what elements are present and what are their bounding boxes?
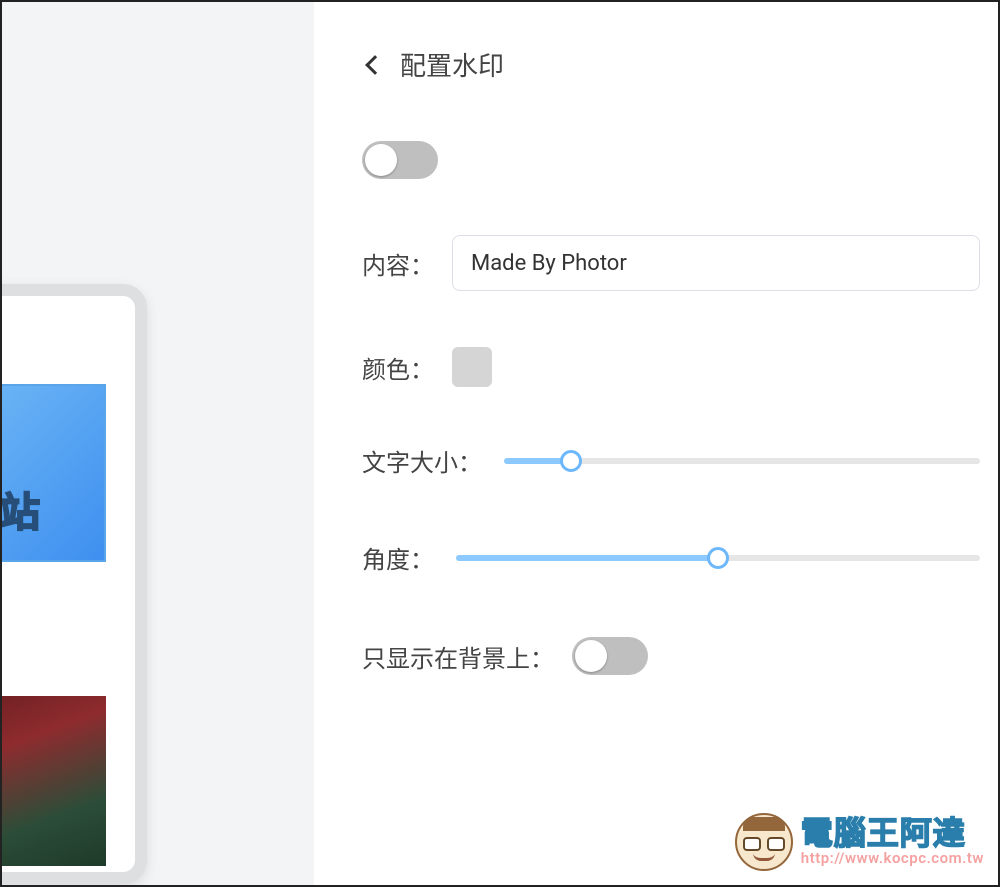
device-frame: 周站 [2, 284, 147, 884]
watermark-enable-toggle[interactable] [362, 141, 438, 179]
panel-title: 配置水印 [400, 46, 504, 83]
angle-slider[interactable] [456, 546, 980, 570]
mascot-icon [735, 813, 793, 871]
preview-gap [2, 584, 135, 696]
preview-pane: 周站 [2, 2, 314, 885]
font-size-label: 文字大小： [362, 443, 482, 478]
slider-thumb[interactable] [707, 547, 729, 569]
preview-gap [2, 568, 135, 584]
toggle-knob [575, 640, 607, 672]
color-picker[interactable] [452, 347, 492, 387]
watermark-settings-panel: 配置水印 内容： 颜色： 文字大小： 角度： [314, 2, 998, 885]
brand-name: 電腦王阿達 [801, 817, 984, 851]
bg-only-toggle[interactable] [572, 637, 648, 675]
angle-label: 角度： [362, 540, 434, 575]
color-label: 颜色： [362, 350, 434, 385]
content-label: 内容： [362, 246, 434, 281]
preview-tile-blue: 周站 [2, 384, 106, 562]
bg-only-label: 只显示在背景上： [362, 639, 554, 674]
preview-tile-text: 周站 [2, 480, 38, 560]
back-icon[interactable] [365, 55, 385, 75]
brand-url: http://www.kocpc.com.tw [801, 851, 984, 867]
toggle-knob [365, 144, 397, 176]
site-watermark: 電腦王阿達 http://www.kocpc.com.tw [735, 813, 984, 871]
font-size-slider[interactable] [504, 449, 980, 473]
slider-thumb[interactable] [560, 450, 582, 472]
content-input[interactable] [452, 235, 980, 291]
preview-tile-photo [2, 696, 106, 866]
